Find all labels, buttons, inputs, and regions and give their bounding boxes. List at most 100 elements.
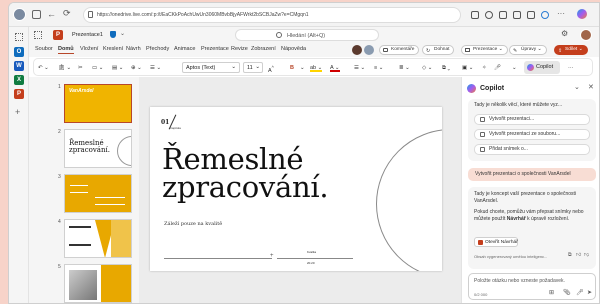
tab-design[interactable]: Návrh [126,46,141,52]
copilot-browser-icon[interactable] [541,11,549,19]
slide-section: Kapitola [170,126,181,130]
thumb-number: 5 [58,264,61,270]
bold-button[interactable]: B [290,63,294,73]
slide-canvas[interactable]: 01 Kapitola Řemeslné zpracování. Záleží … [150,107,442,271]
read-aloud-icon[interactable] [471,11,479,19]
address-bar[interactable]: https://onedrive.live.com/:p:/t/EaCKkPoA… [83,7,461,23]
tab-home[interactable]: Domů [58,46,74,54]
mic-icon[interactable]: 🎤︎ [576,289,584,296]
create-presentation-button[interactable]: Vytvořit prezentaci... [474,114,590,125]
thumb-number: 4 [58,219,61,225]
paste-icon[interactable]: 📋︎ ⌄ [58,63,71,73]
ribbon-more-icon[interactable]: ⌄ [512,63,517,73]
catchup-label: Dohnat [434,47,450,52]
send-icon[interactable]: ➤ [587,289,592,296]
ribbon-overflow-icon[interactable]: ··· [568,63,574,73]
url-text[interactable]: https://onedrive.live.com/:p:/t/EaCKkPoA… [97,12,457,18]
chat-input[interactable]: Položte otázku nebo vzneste požadavek. 0… [468,273,596,300]
picture-icon[interactable]: ▣ ⌄ [462,63,473,73]
create-from-file-button[interactable]: Vytvořit prezentaci ze souboru... [474,129,590,140]
favorites-icon[interactable] [485,11,493,19]
thumbs-down-icon[interactable]: 👎︎ [584,252,589,258]
excel-icon[interactable]: X [14,75,24,85]
font-size-dropdown[interactable]: 11 ⌄ [243,62,263,73]
align-icon[interactable]: ≣ ⌄ [399,63,410,73]
tab-actions-icon[interactable] [32,10,41,19]
tab-draw[interactable]: Kreslení [103,46,123,52]
search-box[interactable]: Hledání (Alt+Q) [235,29,379,41]
new-slide-icon[interactable]: ▭ ⌄ [92,63,103,73]
arrange-icon[interactable]: ⧉ ⌄ [442,63,450,73]
refresh-icon[interactable]: ⟳ [63,8,71,19]
thumbnail-5[interactable] [64,264,132,303]
thumbs-up-icon[interactable]: 👍︎ [576,252,581,258]
numbering-icon[interactable]: ≡ ⌄ [374,63,383,73]
copilot-menu-icon[interactable]: ⌄ [574,83,580,91]
tab-review[interactable]: Revize [231,46,248,52]
collections-icon[interactable] [527,11,535,19]
format-painter-icon[interactable]: ✂ [78,63,83,73]
copy-icon[interactable]: ⧉ [568,252,572,258]
tab-insert[interactable]: Vložení [80,46,98,52]
browser-copilot-icon[interactable] [577,9,587,19]
attach-icon[interactable]: 📎︎ [563,289,571,296]
comments-button[interactable]: Komentáře [379,45,420,55]
present-button[interactable]: Prezentace ⌄ [461,45,508,55]
back-icon[interactable]: ← [47,9,56,19]
grow-font-icon[interactable]: A^ [268,63,274,74]
tab-help[interactable]: Nápověda [281,46,306,52]
thumbnail-4[interactable] [64,219,132,258]
layout-icon[interactable]: ▤ ⌄ [112,63,123,73]
edit-mode-button[interactable]: ✎ Úpravy ⌄ [509,45,547,55]
section-icon[interactable]: ☰ ⌄ [150,63,161,73]
catchup-button[interactable]: ↻ Dohnat [422,45,455,55]
tab-slideshow[interactable]: Prezentace [201,46,229,52]
add-app-icon[interactable]: + [15,107,20,117]
share-button[interactable]: ⇪ Sdílet ⌄ [554,45,588,55]
thumbnail-1[interactable]: VanArsdel [64,84,132,123]
font-name-dropdown[interactable]: Aptos (Text) ⌄ [182,62,240,73]
font-color-icon[interactable]: A ⌄ [330,63,340,72]
open-designer-button[interactable]: Otevřít Návrhář [474,237,518,247]
waffle-icon[interactable] [34,31,42,39]
undo-icon[interactable]: ↶ ⌄ [38,63,49,73]
collaborator-avatar-2[interactable] [364,45,374,55]
shapes-icon[interactable]: ◇ ⌄ [422,63,432,73]
slide-title[interactable]: Řemeslné zpracování. [162,145,329,202]
tab-transitions[interactable]: Přechody [146,46,169,52]
more-font-icon[interactable]: ⌄ [300,63,305,73]
thumbnail-2[interactable]: Řemeslné zpracování. [64,129,132,168]
reuse-icon[interactable]: ⊕ ⌄ [131,63,142,73]
thumbnail-3[interactable] [64,174,132,213]
tab-file[interactable]: Soubor [35,46,53,52]
close-icon[interactable]: ✕ [588,83,594,91]
add-slide-button[interactable]: Přidat snímek o... [474,144,590,155]
more-icon[interactable]: ··· [557,9,565,18]
settings-icon[interactable]: ⚙ [561,29,568,38]
tab-view[interactable]: Zobrazení [251,46,276,52]
comment-icon [383,48,388,52]
outlook-icon[interactable]: O [14,47,24,57]
apps-grid-icon[interactable] [15,33,23,41]
ribbon-tabs: Soubor Domů Vložení Kreslení Návrh Přech… [29,43,599,57]
slide-subtitle[interactable]: Záleží pouze na kvalitě [164,221,222,227]
document-title[interactable]: Prezentace1 [72,32,103,38]
profile-avatar[interactable] [13,8,26,21]
prompt-guide-icon[interactable]: ⊞ [549,289,554,296]
highlight-icon[interactable]: ab ⌄ [310,63,323,72]
bullets-icon[interactable]: ☰ ⌄ [354,63,365,73]
open-designer-label: Otevřít Návrhář [485,240,518,245]
powerpoint-icon[interactable]: P [14,89,24,99]
copilot-ribbon-button[interactable]: Copilot [524,61,560,74]
user-avatar[interactable] [580,29,592,41]
extensions-icon[interactable] [499,11,507,19]
word-icon[interactable]: W [14,61,24,71]
share-label: Sdílet [565,47,578,52]
tab-animations[interactable]: Animace [174,46,195,52]
collaborator-avatar-1[interactable] [352,45,362,55]
title-chevron-icon[interactable]: ⌄ [120,30,125,37]
split-screen-icon[interactable] [513,11,521,19]
sensitivity-icon[interactable] [110,31,116,38]
dictate-icon[interactable]: 🎤︎ [494,63,501,73]
designer-icon[interactable]: ✧ [482,63,487,73]
